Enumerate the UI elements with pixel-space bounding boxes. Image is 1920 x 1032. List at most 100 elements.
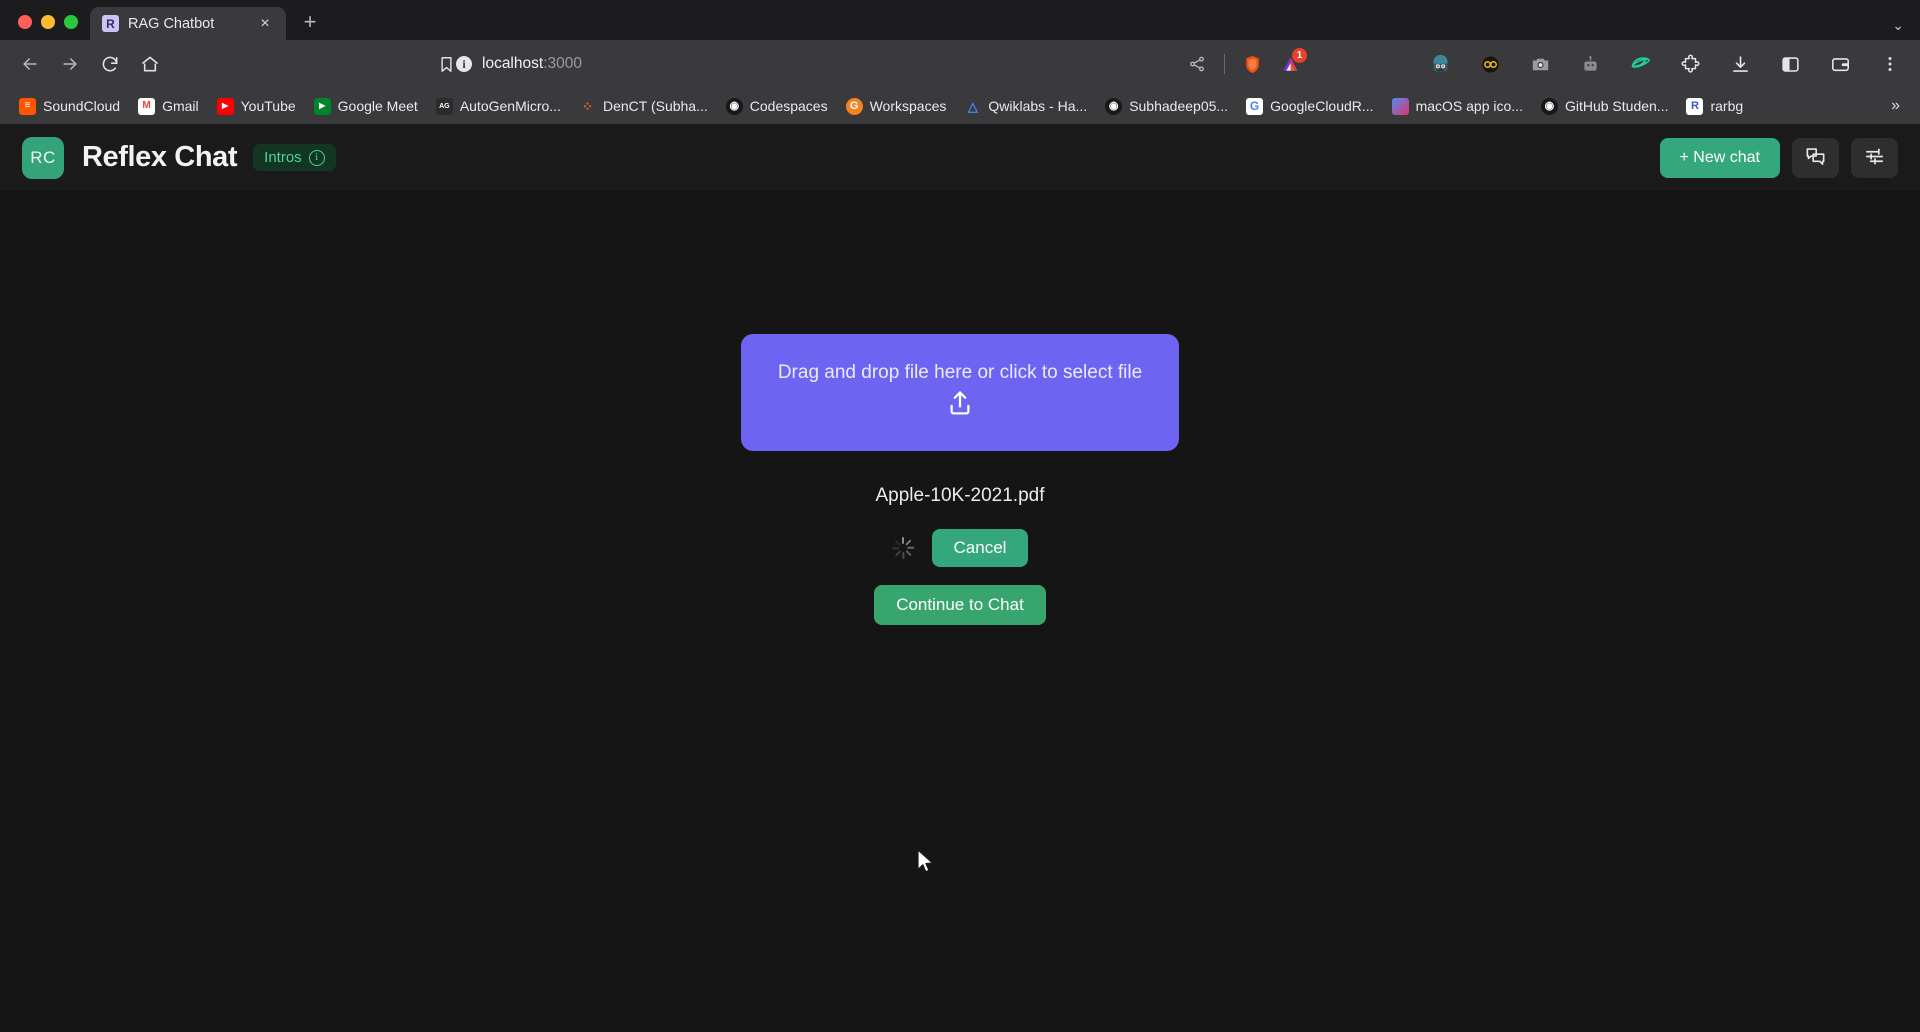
upload-panel: Drag and drop file here or click to sele… [0, 192, 1920, 1032]
github-codespaces-icon: ◉ [725, 97, 743, 115]
url-port: :3000 [543, 55, 582, 72]
bookmarks-bar: ≡ SoundCloud M Gmail ▶ YouTube ▶ Google Meet… [0, 88, 1920, 124]
back-icon[interactable] [12, 46, 48, 82]
extension-triangle-icon[interactable]: 1 [1272, 46, 1308, 82]
bookmark-label: YouTube [240, 98, 296, 114]
leaf-icon[interactable] [1622, 46, 1658, 82]
wallet-icon[interactable] [1822, 46, 1858, 82]
bookmark-item[interactable]: ▶ Google Meet [305, 94, 427, 119]
bookmark-item[interactable]: M Gmail [129, 94, 208, 119]
bookmark-label: rarbg [1710, 98, 1744, 114]
tab-title: RAG Chatbot [128, 15, 215, 32]
autogen-icon: AG [435, 97, 453, 115]
camera-icon[interactable] [1522, 46, 1558, 82]
new-tab-button[interactable]: + [295, 7, 325, 37]
forward-icon[interactable] [52, 46, 88, 82]
home-icon[interactable] [132, 46, 168, 82]
upload-icon [945, 388, 975, 423]
reload-icon[interactable] [92, 46, 128, 82]
extensions-group [1422, 46, 1908, 82]
github-student-icon: ◉ [1540, 97, 1558, 115]
bookmark-label: Qwiklabs - Ha... [988, 98, 1088, 114]
bookmarks-overflow-button[interactable]: » [1881, 94, 1910, 118]
qwiklabs-icon: △ [967, 98, 978, 114]
close-window-button[interactable] [18, 15, 32, 29]
bookmark-item[interactable]: ◉ GitHub Studen... [1532, 94, 1678, 119]
page-title: Reflex Chat [82, 141, 238, 173]
bookmark-label: Google Meet [337, 98, 418, 114]
brave-shields-icon[interactable] [1234, 46, 1270, 82]
download-icon[interactable] [1722, 46, 1758, 82]
app-header: RC Reflex Chat Intros i + New chat [0, 124, 1920, 192]
macos-app-icon [1391, 97, 1409, 115]
bot-icon[interactable] [1572, 46, 1608, 82]
status-badge-label: Intros [264, 149, 302, 166]
bookmark-label: GitHub Studen... [1564, 98, 1669, 114]
url-text: localhost:3000 [482, 55, 582, 73]
share-icon[interactable] [1179, 46, 1215, 82]
bookmark-label: SoundCloud [43, 98, 121, 114]
continue-to-chat-button[interactable]: Continue to Chat [874, 585, 1046, 625]
info-icon[interactable]: i [308, 149, 325, 166]
avatar: RC [22, 136, 64, 179]
extension-badge-count: 1 [1292, 48, 1307, 63]
more-menu-icon[interactable] [1872, 46, 1908, 82]
selected-filename: Apple-10K-2021.pdf [875, 485, 1045, 506]
bookmark-item[interactable]: AG AutoGenMicro... [427, 94, 570, 119]
github-icon: ◉ [1105, 97, 1123, 115]
gmail-icon: M [138, 97, 156, 115]
bookmark-icon[interactable] [428, 46, 464, 82]
close-tab-icon[interactable]: × [254, 13, 276, 35]
url-host: localhost [482, 55, 544, 72]
browser-window: R RAG Chatbot × + ⌄ i localhost:3000 1 ≡… [0, 0, 1920, 1032]
bookmark-label: Gmail [162, 98, 199, 114]
sidebar-panel-icon[interactable] [1772, 46, 1808, 82]
google-meet-icon: ▶ [313, 97, 331, 115]
soundcloud-icon: ≡ [19, 97, 36, 115]
status-badge[interactable]: Intros i [253, 144, 336, 171]
bookmark-label: Codespaces [749, 98, 828, 114]
bookmark-item[interactable]: G GoogleCloudR... [1237, 94, 1383, 119]
chevron-down-icon[interactable]: ⌄ [1892, 18, 1904, 32]
bookmark-item[interactable]: Rrarbg [1677, 94, 1752, 119]
puzzle-extensions-icon[interactable] [1672, 46, 1708, 82]
maximize-window-button[interactable] [64, 15, 78, 29]
browser-tab[interactable]: R RAG Chatbot × [90, 7, 286, 40]
bookmark-item[interactable]: ⁘ DenCT (Subha... [570, 94, 717, 119]
bookmark-label: DenCT (Subha... [602, 98, 708, 114]
workspaces-icon: G [845, 97, 863, 115]
omnibox-actions: 1 [1179, 46, 1308, 82]
sliders-settings-icon [1863, 145, 1886, 171]
infinity-glasses-icon[interactable] [1472, 46, 1508, 82]
chat-bubbles-button[interactable] [1792, 137, 1839, 178]
bookmark-item[interactable]: ◉ Subhadeep05... [1096, 94, 1237, 119]
bookmark-item[interactable]: ◉ Codespaces [717, 94, 837, 119]
bookmark-label: macOS app ico... [1415, 98, 1523, 114]
address-bar[interactable]: i localhost:3000 1 [178, 47, 1318, 81]
denct-icon: ⁘ [582, 98, 593, 114]
file-actions-row: Cancel [891, 529, 1029, 567]
continue-row: Continue to Chat [874, 585, 1046, 625]
bookmark-item[interactable]: △ Qwiklabs - Ha... [955, 94, 1096, 119]
bookmark-item[interactable]: ▶ YouTube [208, 94, 305, 119]
new-chat-button[interactable]: + New chat [1659, 137, 1780, 178]
google-icon: G [1246, 97, 1264, 115]
youtube-icon: ▶ [216, 97, 234, 115]
loading-spinner [891, 537, 914, 559]
toolbar-divider [1224, 54, 1225, 74]
header-actions: + New chat [1659, 137, 1898, 178]
bookmark-item[interactable]: ≡ SoundCloud [10, 94, 129, 119]
browser-toolbar: i localhost:3000 1 [0, 40, 1920, 88]
minimize-window-button[interactable] [41, 15, 55, 29]
cancel-button[interactable]: Cancel [931, 529, 1029, 567]
bookmark-label: Subhadeep05... [1129, 98, 1229, 114]
robot-avatar-icon[interactable] [1422, 46, 1458, 82]
bookmark-item[interactable]: macOS app ico... [1383, 94, 1532, 119]
file-dropzone[interactable]: Drag and drop file here or click to sele… [741, 334, 1179, 451]
chat-bubbles-icon [1804, 145, 1827, 171]
bookmark-label: GoogleCloudR... [1270, 98, 1374, 114]
bookmark-item[interactable]: G Workspaces [837, 94, 956, 119]
rarbg-icon: R [1686, 97, 1704, 115]
settings-button[interactable] [1851, 137, 1898, 178]
reflex-favicon: R [102, 15, 119, 32]
